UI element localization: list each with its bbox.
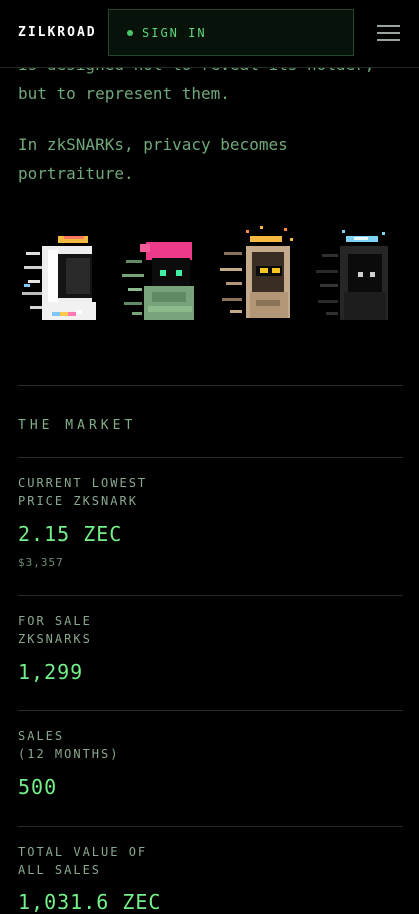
divider [18,457,403,458]
stat-label-line: TOTAL VALUE OF [18,845,148,859]
sign-in-label: SIGN IN [142,25,207,40]
stat-sub-usd: $3,357 [18,556,64,569]
avatar-astronaut-icon[interactable] [22,222,100,324]
stat-label-line: ZKSNARKS [18,632,92,646]
stat-label-total-value: TOTAL VALUE OF ALL SALES [18,843,268,879]
privacy-paragraph: In zkSNARKs, privacy becomes portraiture… [18,135,288,183]
menu-bar [377,32,400,34]
stat-label-line: CURRENT LOWEST [18,476,148,490]
stat-label-line: (12 MONTHS) [18,747,120,761]
stat-value-total-value: 1,031.6 ZEC [18,890,162,914]
stat-label-line: PRICE ZKSNARK [18,494,138,508]
stat-label-lowest-price: CURRENT LOWEST PRICE ZKSNARK [18,474,268,510]
avatar-gold-halo-icon[interactable] [220,222,298,324]
stat-value-for-sale: 1,299 [18,660,84,684]
stat-value-sales: 500 [18,775,58,799]
menu-bar [377,25,400,27]
status-dot-icon [127,29,133,36]
divider [18,710,403,711]
stat-label-line: SALES [18,729,65,743]
stat-label-sales: SALES (12 MONTHS) [18,727,268,763]
stat-label-line: ALL SALES [18,863,102,877]
top-bar: ZILKROAD SIGN IN [0,0,419,68]
stat-label-line: FOR SALE [18,614,92,628]
avatar-gallery [18,222,403,332]
divider [18,826,403,827]
menu-bar [377,39,400,41]
market-section-title: THE MARKET [18,418,137,433]
stat-value-lowest-price: 2.15 ZEC [18,522,123,546]
logo[interactable]: ZILKROAD [18,25,97,40]
divider [18,595,403,596]
hamburger-menu-icon[interactable] [377,25,400,41]
divider [18,385,403,386]
avatar-dark-hood-icon[interactable] [316,222,394,324]
sign-in-button[interactable]: SIGN IN [108,9,354,56]
stat-label-for-sale: FOR SALE ZKSNARKS [18,612,268,648]
intro-line: but to represent them. [18,84,230,103]
avatar-pink-beanie-icon[interactable] [122,222,200,324]
